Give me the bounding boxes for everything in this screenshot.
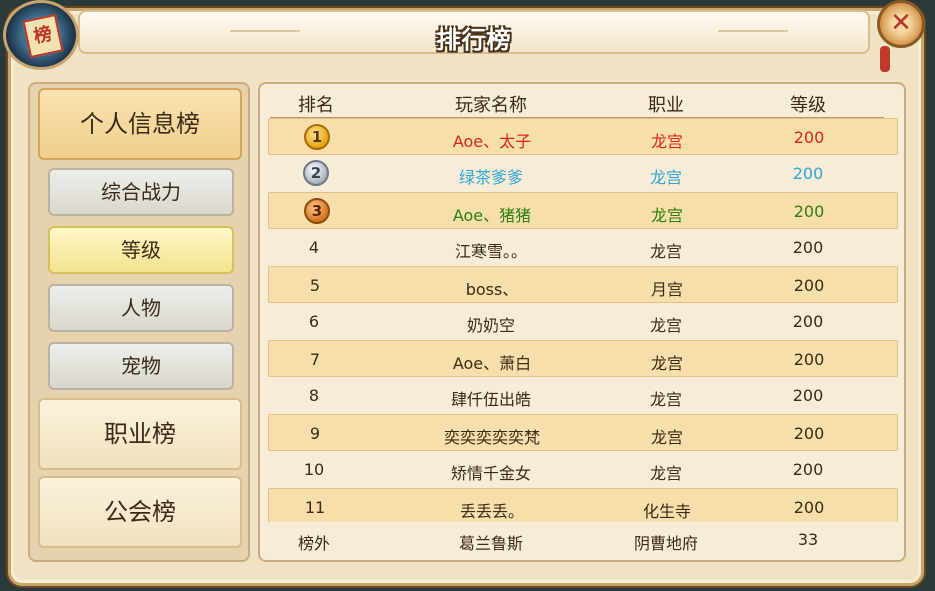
ranking-list: 1 Aoe、太子 龙宫 200 2 绿茶爹爹 龙宫 200 3 Aoe、猪猪 龙… [268,118,898,525]
player-rank: 8 [308,386,320,405]
player-name: 奕奕奕奕奕梵 [443,428,540,447]
table-row[interactable]: 8 肆仟伍出皓 龙宫 200 [268,377,898,414]
player-profession: 龙宫 [649,464,682,483]
logo-text: 榜 [22,13,64,59]
player-rank: 6 [308,312,320,331]
player-name: Aoe、猪猪 [452,206,532,225]
header-player-name: 玩家名称 [455,95,527,116]
table-row[interactable]: 5 boss、 月宫 200 [268,266,898,303]
player-level: 200 [792,460,824,479]
player-name: boss、 [465,280,519,299]
player-name: 奶奶空 [466,316,515,335]
player-profession: 月宫 [650,280,683,299]
category-profession[interactable]: 职业榜 [38,398,242,470]
player-profession: 龙宫 [650,354,683,373]
subcategory-character[interactable]: 人物 [48,284,234,332]
table-header: 排名 玩家名称 职业 等级 [260,84,904,118]
leaderboard-logo-icon: 榜 [3,0,79,70]
player-level: 200 [792,312,824,331]
table-row[interactable]: 11 丢丢丢。 化生寺 200 [268,488,898,525]
player-level: 200 [793,424,825,443]
player-name: 矫情千金女 [450,464,531,483]
title-bar: 排行榜 [78,10,870,54]
player-profession: 龙宫 [649,168,682,187]
player-level: 200 [792,164,824,183]
player-profession: 龙宫 [650,132,683,151]
player-level: 200 [793,350,825,369]
player-level: 200 [793,498,825,517]
bronze-medal-icon: 3 [304,198,330,224]
player-level: 200 [792,386,824,405]
self-level: 33 [797,530,819,549]
subcategory-combat-power[interactable]: 综合战力 [48,168,234,216]
self-ranking-row: 榜外 葛兰鲁斯 阴曹地府 33 [268,522,898,558]
player-name: 江寒雪。。 [454,242,527,261]
player-profession: 龙宫 [649,316,682,335]
player-rank: 4 [308,238,320,257]
gold-medal-icon: 1 [304,124,330,150]
player-profession: 龙宫 [649,390,682,409]
player-rank: 5 [309,276,321,295]
player-name: Aoe、太子 [452,132,532,151]
player-profession: 龙宫 [650,428,683,447]
player-level: 200 [793,276,825,295]
player-profession: 化生寺 [642,502,691,521]
table-row[interactable]: 9 奕奕奕奕奕梵 龙宫 200 [268,414,898,451]
category-guild[interactable]: 公会榜 [38,476,242,548]
leaderboard-table: 排名 玩家名称 职业 等级 1 Aoe、太子 龙宫 200 2 绿茶爹爹 龙宫 … [258,82,906,562]
player-level: 200 [793,202,825,221]
close-button[interactable]: ✕ [877,0,925,48]
table-row[interactable]: 3 Aoe、猪猪 龙宫 200 [268,192,898,229]
self-rank: 榜外 [297,534,330,553]
table-row[interactable]: 7 Aoe、萧白 龙宫 200 [268,340,898,377]
header-level: 等级 [790,95,826,116]
player-rank: 11 [304,498,326,517]
player-profession: 龙宫 [650,206,683,225]
player-level: 200 [792,238,824,257]
sidebar: 个人信息榜 综合战力 等级 人物 宠物 职业榜 公会榜 [28,82,250,562]
header-rank: 排名 [298,95,334,116]
player-name: 绿茶爹爹 [458,168,523,187]
self-profession: 阴曹地府 [633,534,698,553]
player-profession: 龙宫 [649,242,682,261]
header-profession: 职业 [648,95,684,116]
player-rank: 10 [303,460,325,479]
lantern-icon [880,46,890,72]
table-row[interactable]: 4 江寒雪。。 龙宫 200 [268,229,898,266]
player-name: 丢丢丢。 [459,502,524,521]
table-row[interactable]: 2 绿茶爹爹 龙宫 200 [268,155,898,192]
subcategory-pet[interactable]: 宠物 [48,342,234,390]
player-rank: 9 [309,424,321,443]
player-name: Aoe、萧白 [452,354,532,373]
table-row[interactable]: 10 矫情千金女 龙宫 200 [268,451,898,488]
table-row[interactable]: 1 Aoe、太子 龙宫 200 [268,118,898,155]
title-ornament-right [718,30,788,38]
category-personal-info[interactable]: 个人信息榜 [38,88,242,160]
player-name: 肆仟伍出皓 [450,390,531,409]
subcategory-level[interactable]: 等级 [48,226,234,274]
player-rank: 7 [309,350,321,369]
silver-medal-icon: 2 [303,160,329,186]
table-row[interactable]: 6 奶奶空 龙宫 200 [268,303,898,340]
self-name: 葛兰鲁斯 [458,534,523,553]
player-level: 200 [793,128,825,147]
